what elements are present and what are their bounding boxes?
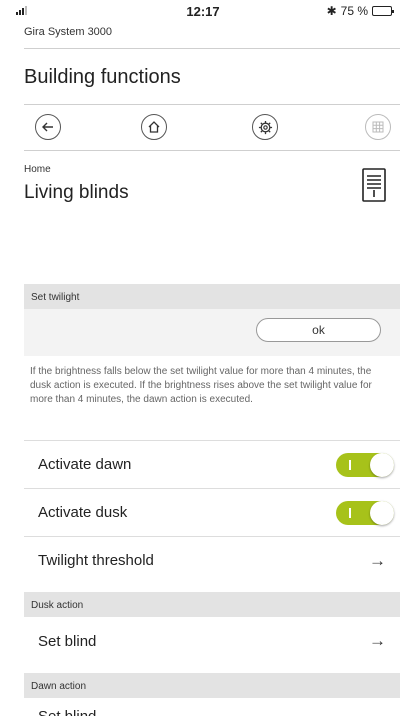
row-activate-dusk: Activate dusk	[24, 488, 400, 536]
section-header-dusk: Dusk action	[24, 592, 400, 617]
toggle-knob	[370, 453, 394, 477]
arrow-right-icon: →	[369, 631, 386, 650]
toggle-on-mark	[349, 508, 351, 518]
settings-button[interactable]	[252, 114, 278, 140]
home-icon	[148, 121, 160, 133]
activate-dusk-toggle[interactable]	[336, 501, 394, 525]
divider	[24, 104, 400, 105]
page-title: Building functions	[24, 66, 181, 88]
row-label: Set blind	[38, 708, 369, 716]
row-label: Set blind	[38, 632, 97, 650]
back-icon	[42, 122, 53, 132]
room-title: Living blinds	[24, 182, 129, 203]
app-name: Gira System 3000	[24, 26, 113, 38]
toggle-knob	[370, 501, 394, 525]
gear-icon	[258, 120, 272, 134]
row-label: Activate dusk	[38, 504, 128, 521]
arrow-right-icon: →	[369, 708, 386, 716]
row-label: Activate dawn	[38, 456, 132, 473]
section-header-dawn: Dawn action	[24, 673, 400, 698]
toggle-on-mark	[349, 460, 351, 470]
battery-icon	[372, 6, 394, 16]
home-button[interactable]	[141, 114, 167, 140]
activate-dawn-toggle[interactable]	[336, 453, 394, 477]
section-header-twilight: Set twilight	[24, 284, 400, 309]
battery-status: ✱ 75 %	[326, 4, 394, 18]
status-bar: 12:17 ✱ 75 %	[0, 0, 406, 22]
ok-button[interactable]: ok	[256, 318, 381, 342]
breadcrumb: Home	[24, 164, 51, 175]
row-twilight-threshold[interactable]: Twilight threshold →	[24, 536, 400, 584]
back-button[interactable]	[35, 114, 61, 140]
row-label: Twilight threshold	[38, 552, 154, 569]
battery-percent: 75 %	[340, 4, 368, 18]
arrow-right-icon: →	[369, 550, 386, 570]
row-set-blind-dawn[interactable]: Set blind →	[24, 698, 400, 716]
grid-icon	[372, 121, 384, 133]
bluetooth-icon: ✱	[326, 4, 337, 18]
blind-device-icon	[362, 168, 386, 207]
twilight-info-text: If the brightness falls below the set tw…	[30, 366, 372, 405]
row-activate-dawn: Activate dawn	[24, 440, 400, 488]
divider	[24, 150, 400, 151]
divider	[24, 48, 400, 49]
grid-button[interactable]	[365, 114, 391, 140]
row-set-blind-dusk[interactable]: Set blind →	[24, 617, 400, 665]
